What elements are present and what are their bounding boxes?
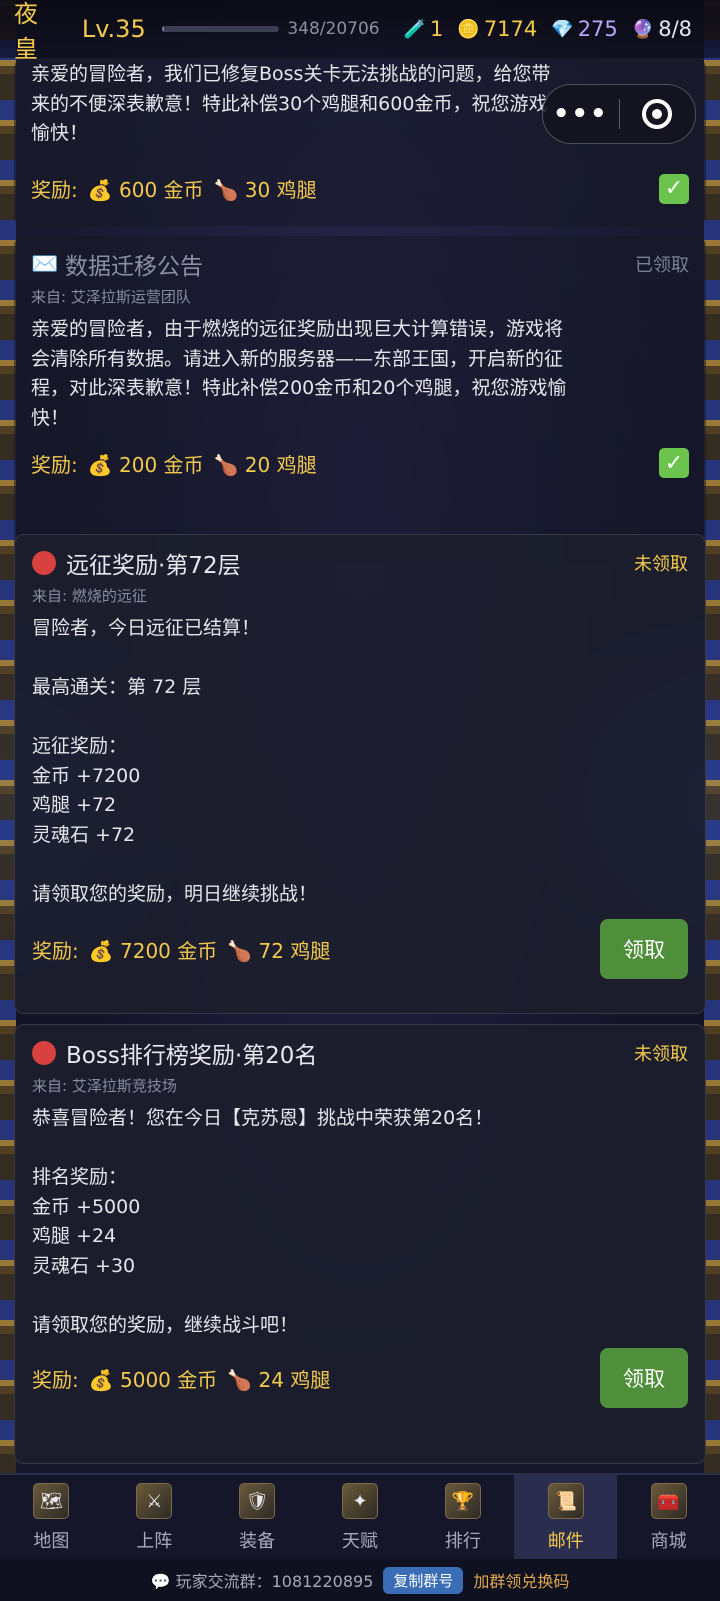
gold-counter: 🪙 7174: [457, 17, 537, 41]
reward-drumstick: 🍗 72 鸡腿: [227, 938, 331, 963]
xp-text: 348/20706: [287, 19, 380, 39]
mail-sender: 来自: 艾泽拉斯竞技场: [32, 1077, 177, 1095]
mail-body: 冒险者，今日远征已结算！ 最高通关：第 72 层 远征奖励： 金币 +7200 …: [32, 617, 318, 905]
nav-label: 上阵: [136, 1531, 173, 1552]
mail-sender: 来自: 艾泽拉斯运营团队: [31, 288, 191, 306]
nav-label: 商城: [650, 1531, 687, 1552]
more-dots-icon: •••: [552, 99, 609, 129]
envelope-icon: ✉️: [31, 251, 59, 277]
nav-label: 邮件: [547, 1531, 584, 1552]
mail-sender: 来自: 燃烧的远征: [32, 587, 147, 605]
nav-label: 排行: [444, 1531, 481, 1552]
mail-title: 数据迁移公告: [65, 254, 203, 280]
diamond-value: 275: [577, 17, 618, 41]
talent-icon: ✦: [342, 1483, 378, 1519]
nav-label: 装备: [239, 1531, 276, 1552]
claim-button[interactable]: 领取: [600, 919, 688, 979]
nav-item-equipment[interactable]: 🛡 装备: [206, 1475, 309, 1561]
player-level: Lv.35: [81, 15, 146, 43]
mail-body: 亲爱的冒险者，由于燃烧的远征奖励出现巨大计算错误，游戏将 会清除所有数据。请进入…: [31, 318, 567, 429]
nav-item-shop[interactable]: 🧰 商城: [617, 1475, 720, 1561]
mail-reward-row: 奖励: 💰 200 金币 🍗 20 鸡腿 ✓: [31, 433, 689, 493]
claimed-check-icon: ✓: [659, 448, 689, 478]
reward-gold: 💰 5000 金币: [88, 1367, 218, 1392]
mail-status: 未领取: [634, 554, 688, 575]
energy-counter: 🔮 8/8: [632, 17, 692, 41]
reward-gold: 💰 600 金币: [87, 178, 204, 202]
potion-value: 1: [430, 17, 444, 41]
mail-card: 远征奖励·第72层 未领取 来自: 燃烧的远征 冒险者，今日远征已结算！ 最高通…: [14, 534, 706, 1014]
reward-drumstick: 🍗 24 鸡腿: [227, 1367, 331, 1392]
potion-icon: 🧪: [403, 18, 427, 40]
mail-reward-row: 奖励: 💰 5000 金币 🍗 24 鸡腿 领取: [32, 1348, 688, 1408]
community-footer: 💬 玩家交流群：1081220895 复制群号 加群领兑换码: [0, 1559, 720, 1601]
gold-value: 7174: [483, 17, 538, 41]
diamond-counter: 💎 275: [551, 17, 618, 41]
player-name: 夜皇: [14, 0, 38, 63]
decorative-frame-right: [704, 0, 720, 1491]
claimed-check-icon: ✓: [659, 173, 689, 204]
reward-gold: 💰 7200 金币: [88, 938, 218, 963]
crossed-swords-icon: ⚔: [136, 1483, 173, 1519]
ranking-crest-icon: 🏆: [444, 1483, 481, 1519]
target-circle-icon: [642, 99, 673, 129]
reward-label: 奖励:: [31, 178, 78, 202]
redeem-code-link[interactable]: 加群领兑换码: [473, 1568, 569, 1592]
xp-bar: [161, 26, 280, 32]
nav-item-map[interactable]: 🗺 地图: [0, 1475, 103, 1561]
mail-header: 远征奖励·第72层 未领取: [32, 535, 688, 591]
reward-label: 奖励:: [32, 1367, 79, 1392]
xp-bar-fill: [161, 26, 164, 32]
nav-item-ranking[interactable]: 🏆 排行: [411, 1475, 514, 1561]
nav-label: 地图: [33, 1531, 70, 1552]
mail-card: Boss排行榜奖励·第20名 未领取 来自: 艾泽拉斯竞技场 恭喜冒险者！您在今…: [14, 1024, 706, 1464]
purple-orb-icon: 🔮: [631, 18, 655, 40]
nav-item-talent[interactable]: ✦ 天赋: [309, 1475, 412, 1561]
reward-drumstick: 🍗 20 鸡腿: [213, 452, 317, 477]
close-miniprogram-button[interactable]: [620, 85, 696, 143]
diamond-icon: 💎: [551, 18, 574, 40]
mail-title: 远征奖励·第72层: [66, 553, 241, 579]
reward-label: 奖励:: [32, 938, 79, 963]
reward-gold: 💰 200 金币: [87, 452, 204, 477]
nav-item-lineup[interactable]: ⚔ 上阵: [103, 1475, 206, 1561]
nav-item-mail[interactable]: 📜 邮件: [514, 1475, 618, 1561]
mail-reward-row: 奖励: 💰 7200 金币 🍗 72 鸡腿 领取: [32, 919, 688, 979]
more-menu-button[interactable]: •••: [543, 85, 619, 143]
mail-status: 已领取: [635, 255, 689, 276]
mail-header: Boss排行榜奖励·第20名 未领取: [32, 1025, 688, 1081]
mail-seal-icon: 📜: [547, 1483, 584, 1519]
map-icon: 🗺: [33, 1483, 70, 1519]
mail-card: ✉️ 数据迁移公告 已领取 来自: 艾泽拉斯运营团队 亲爱的冒险者，由于燃烧的远…: [14, 236, 706, 564]
copy-group-button[interactable]: 复制群号: [383, 1566, 464, 1594]
gold-coin-icon: 🪙: [457, 18, 480, 40]
nav-label: 天赋: [342, 1531, 378, 1552]
bottom-nav: 🗺 地图 ⚔ 上阵 🛡 装备 ✦ 天赋 🏆 排行 📜 邮件 🧰 商城: [0, 1473, 720, 1561]
miniprogram-capsule: •••: [542, 84, 696, 144]
mail-header: ✉️ 数据迁移公告 已领取: [31, 236, 689, 292]
reward-drumstick: 🍗 30 鸡腿: [213, 178, 317, 202]
treasure-chest-icon: 🧰: [650, 1483, 687, 1519]
mail-reward-row: 奖励: 💰 600 金币 🍗 30 鸡腿 ✓: [31, 159, 689, 219]
mail-title: Boss排行榜奖励·第20名: [66, 1043, 318, 1069]
top-status-bar: 夜皇 Lv.35 348/20706 🧪 1 🪙 7174 💎 275 🔮 8/…: [0, 0, 720, 63]
energy-value: 8/8: [658, 17, 692, 41]
equipment-icon: 🛡: [239, 1483, 276, 1519]
reward-label: 奖励:: [31, 452, 78, 477]
unread-dot-icon: [32, 1041, 56, 1065]
mail-body: 恭喜冒险者！您在今日【克苏恩】挑战中荣获第20名！ 排名奖励： 金币 +5000…: [32, 1107, 494, 1336]
unread-dot-icon: [32, 551, 56, 575]
group-number-text: 💬 玩家交流群：1081220895: [150, 1572, 374, 1591]
claim-button[interactable]: 领取: [600, 1348, 688, 1408]
potion-counter: 🧪 1: [404, 17, 444, 41]
mail-status: 未领取: [634, 1044, 688, 1065]
